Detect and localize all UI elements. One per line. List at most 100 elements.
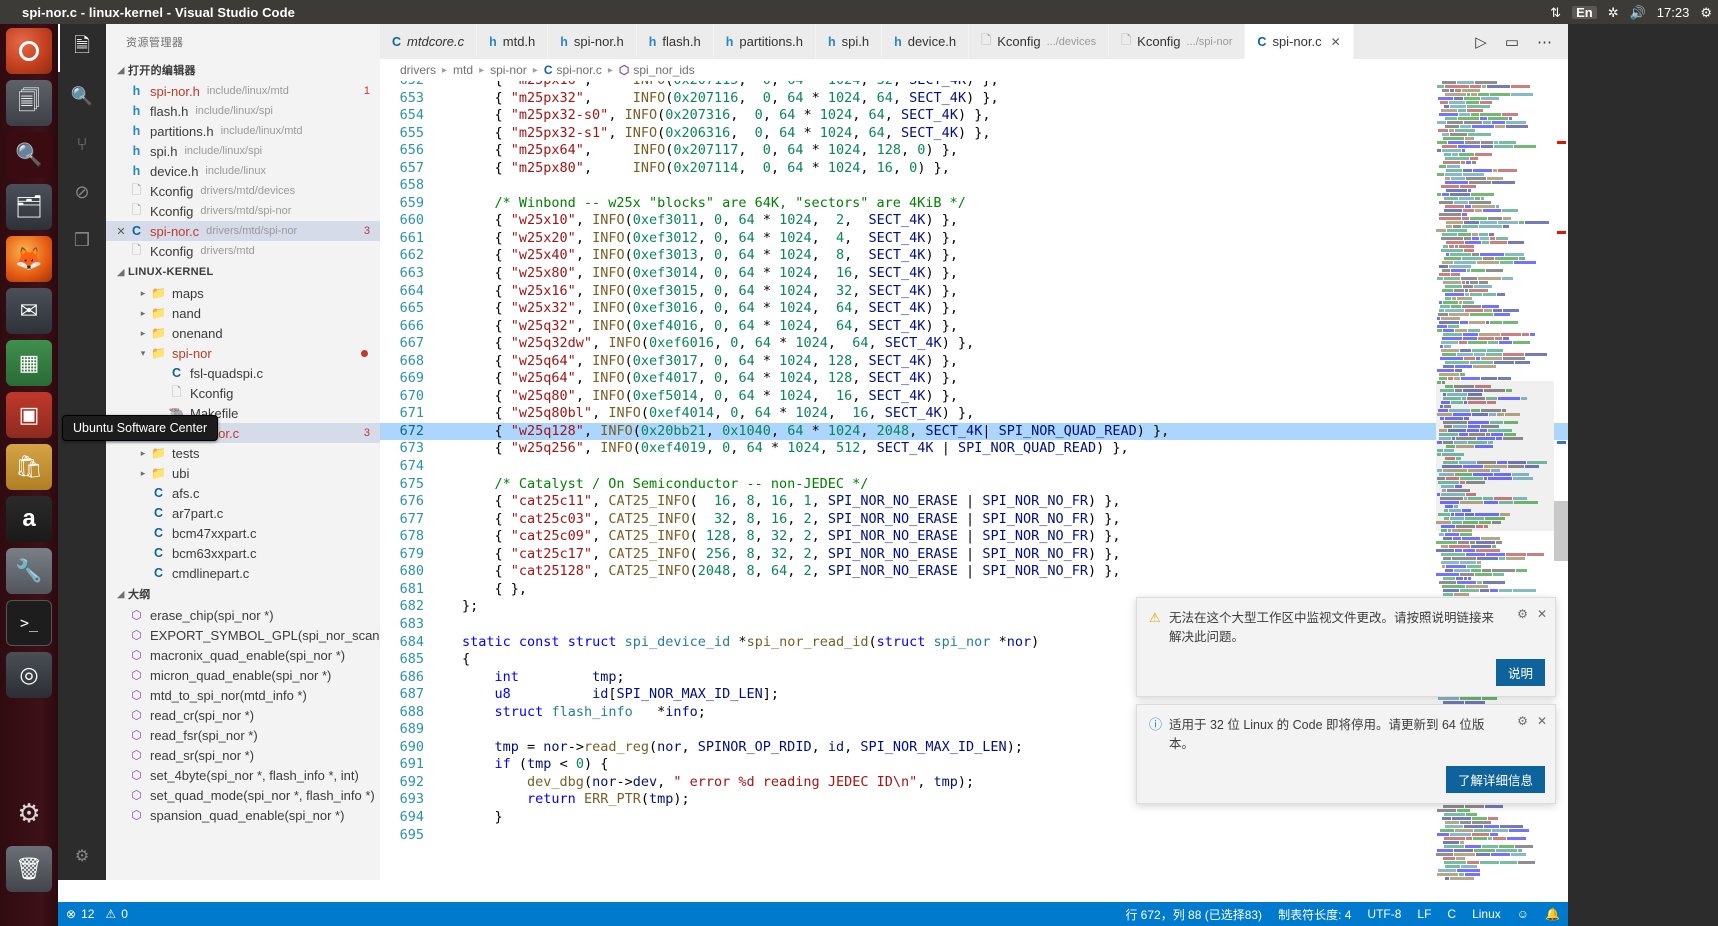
network-updown-icon[interactable]: ⇅ <box>1550 6 1561 19</box>
breadcrumb-item-spi_nor_ids[interactable]: ⬡ spi_nor_ids <box>619 63 695 77</box>
code-line-660[interactable]: 660 { "w25x10", INFO(0xef3011, 0, 64 * 1… <box>380 212 1568 230</box>
code-line-663[interactable]: 663 { "w25x80", INFO(0xef3014, 0, 64 * 1… <box>380 265 1568 283</box>
code-line-657[interactable]: 657 { "m25px80", INFO(0x207114, 0, 64 * … <box>380 160 1568 178</box>
status-encoding[interactable]: UTF-8 <box>1359 902 1409 926</box>
run-button[interactable]: ▷ <box>1475 33 1487 51</box>
breadcrumb-item-spi-nor[interactable]: spi-nor <box>490 63 527 77</box>
tab-Kconfig[interactable]: 🗋 Kconfig .../spi-nor <box>1109 24 1246 59</box>
code-line-694[interactable]: 694 } <box>380 809 1568 827</box>
tree-item-maps[interactable]: ▸ 📁 maps <box>106 283 380 303</box>
code-line-666[interactable]: 666 { "w25q32", INFO(0xef4016, 0, 64 * 1… <box>380 318 1568 336</box>
code-line-669[interactable]: 669 { "w25q64", INFO(0xef4017, 0, 64 * 1… <box>380 370 1568 388</box>
status-platform[interactable]: Linux <box>1464 902 1509 926</box>
tab-mtdcore-c[interactable]: Cmtdcore.c <box>380 24 478 59</box>
status-bell-icon[interactable]: 🔔 <box>1537 902 1568 926</box>
notification-gear-icon[interactable]: ⚙ <box>1517 607 1528 621</box>
more-actions-button[interactable]: ⋯ <box>1537 33 1552 51</box>
launcher-amazon[interactable]: a <box>6 496 52 542</box>
code-line-672[interactable]: 672 { "w25q128", INFO(0x20bb21, 0x1040, … <box>380 422 1568 441</box>
code-line-653[interactable]: 653 { "m25px32", INFO(0x207116, 0, 64 * … <box>380 90 1568 108</box>
chevron-right-icon[interactable]: ▸ <box>136 308 150 319</box>
launcher-files[interactable]: 🗐 <box>6 80 52 126</box>
outline-item[interactable]: ⬡ mtd_to_spi_nor(mtd_info *) <box>106 685 380 705</box>
tree-item-bcm63xxpart-c[interactable]: Cbcm63xxpart.c <box>106 543 380 563</box>
breadcrumb-item-mtd[interactable]: mtd <box>453 63 473 77</box>
tab-Kconfig[interactable]: 🗋 Kconfig .../devices <box>969 24 1110 59</box>
volume-icon[interactable]: 🔊 <box>1630 6 1646 19</box>
power-gear-icon[interactable]: ⚙ <box>1700 6 1712 19</box>
code-line-665[interactable]: 665 { "w25x32", INFO(0xef3016, 0, 64 * 1… <box>380 300 1568 318</box>
activitybar-source-control[interactable]: ⑂ <box>58 120 106 168</box>
status-indentation[interactable]: 制表符长度: 4 <box>1270 902 1359 926</box>
chevron-right-icon[interactable]: ▸ <box>136 468 150 479</box>
tree-item-ar7part-c[interactable]: Car7part.c <box>106 503 380 523</box>
launcher-firefox[interactable]: 🦊 <box>6 236 52 282</box>
code-line-675[interactable]: 675 /* Catalyst / On Semiconductor -- no… <box>380 476 1568 494</box>
chevron-right-icon[interactable]: ▸ <box>136 288 150 299</box>
outline-item[interactable]: ⬡ read_cr(spi_nor *) <box>106 705 380 725</box>
open-editor-item-Kconfig[interactable]: 🗋 Kconfig drivers/mtd <box>106 241 380 261</box>
clock[interactable]: 17:23 <box>1657 6 1690 19</box>
code-line-664[interactable]: 664 { "w25x16", INFO(0xef3015, 0, 64 * 1… <box>380 283 1568 301</box>
outline-item[interactable]: ⬡ micron_quad_enable(spi_nor *) <box>106 665 380 685</box>
activitybar-manage-gear-icon[interactable]: ⚙ <box>58 832 106 880</box>
code-line-670[interactable]: 670 { "w25q80", INFO(0xef5014, 0, 64 * 1… <box>380 388 1568 406</box>
tree-item-ubi[interactable]: ▸ 📁 ubi <box>106 463 380 483</box>
tree-item-bcm47xxpart-c[interactable]: Cbcm47xxpart.c <box>106 523 380 543</box>
close-editor-icon[interactable]: ✕ <box>114 225 128 238</box>
tab-device-h[interactable]: h device.h <box>882 24 970 59</box>
launcher-ubuntu-software-center[interactable]: 🛍 <box>6 444 52 490</box>
launcher-dvd-writer[interactable]: ◎ <box>6 652 52 698</box>
scrollbar-thumb[interactable] <box>1554 501 1568 561</box>
launcher-system-settings[interactable]: 🔧 <box>6 548 52 594</box>
activitybar-extensions[interactable]: ❒ <box>58 216 106 264</box>
status-problems[interactable]: ⊗ 12 ⚠ 0 <box>58 902 136 926</box>
code-line-658[interactable]: 658 <box>380 177 1568 195</box>
activitybar-explorer[interactable]: 🗎 <box>58 24 106 72</box>
status-feedback-smiley-icon[interactable]: ☺ <box>1509 902 1537 926</box>
notification-close-icon[interactable]: ✕ <box>1537 714 1547 728</box>
launcher-search-icon[interactable]: 🔍 <box>6 132 52 178</box>
notification-primary-button[interactable]: 说明 <box>1495 659 1545 686</box>
tab-spi-nor-c[interactable]: Cspi-nor.c ✕ <box>1245 24 1354 59</box>
launcher-ubuntu-dash[interactable] <box>6 28 52 74</box>
open-editor-item-spi-h[interactable]: h spi.h include/linux/spi <box>106 141 380 161</box>
tree-item-tests[interactable]: ▸ 📁 tests <box>106 443 380 463</box>
code-line-673[interactable]: 673 { "w25q256", INFO(0xef4019, 0, 64 * … <box>380 440 1568 458</box>
open-editor-item-flash-h[interactable]: h flash.h include/linux/spi <box>106 101 380 121</box>
outline-item[interactable]: ⬡ macronix_quad_enable(spi_nor *) <box>106 645 380 665</box>
split-editor-button[interactable]: ▭ <box>1505 33 1519 51</box>
code-line-655[interactable]: 655 { "m25px32-s1", INFO(0x206316, 0, 64… <box>380 125 1568 143</box>
chevron-right-icon[interactable]: ▸ <box>136 448 150 459</box>
tab-partitions-h[interactable]: h partitions.h <box>713 24 816 59</box>
launcher-thunderbird[interactable]: ✉ <box>6 288 52 334</box>
activitybar-search[interactable]: 🔍 <box>58 72 106 120</box>
status-cursor-position[interactable]: 行 672，列 88 (已选择83) <box>1117 902 1270 926</box>
outline-item[interactable]: ⬡ erase_chip(spi_nor *) <box>106 605 380 625</box>
chevron-right-icon[interactable]: ▸ <box>136 328 150 339</box>
outline-item[interactable]: ⬡ spansion_quad_enable(spi_nor *) <box>106 805 380 825</box>
outline-item[interactable]: ⬡ set_quad_mode(spi_nor *, flash_info *) <box>106 785 380 805</box>
breadcrumb-item-spi-nor-c[interactable]: Cspi-nor.c <box>544 63 602 77</box>
code-line-677[interactable]: 677 { "cat25c03", CAT25_INFO( 32, 8, 16,… <box>380 511 1568 529</box>
code-line-656[interactable]: 656 { "m25px64", INFO(0x207117, 0, 64 * … <box>380 142 1568 160</box>
code-line-681[interactable]: 681 { }, <box>380 581 1568 599</box>
open-editor-item-spi-nor-h[interactable]: h spi-nor.h include/linux/mtd 1 <box>106 81 380 101</box>
launcher-libreoffice-impress[interactable]: ▣ <box>6 392 52 438</box>
tree-item-afs-c[interactable]: Cafs.c <box>106 483 380 503</box>
launcher-settings-gear[interactable]: ⚙ <box>6 790 52 836</box>
code-line-667[interactable]: 667 { "w25q32dw", INFO(0xef6016, 0, 64 *… <box>380 335 1568 353</box>
tree-item-cmdlinepart-c[interactable]: Ccmdlinepart.c <box>106 563 380 583</box>
outline-item[interactable]: ⬡ read_sr(spi_nor *) <box>106 745 380 765</box>
tab-mtd-h[interactable]: h mtd.h <box>477 24 549 59</box>
tab-spi-h[interactable]: h spi.h <box>815 24 883 59</box>
outline-item[interactable]: ⬡ EXPORT_SYMBOL_GPL(spi_nor_scan) <box>106 625 384 645</box>
launcher-trash[interactable]: 🗑 <box>6 846 52 892</box>
code-line-659[interactable]: 659 /* Winbond -- w25x "blocks" are 64K,… <box>380 195 1568 213</box>
notification-close-icon[interactable]: ✕ <box>1537 607 1547 621</box>
tab-close-icon[interactable]: ✕ <box>1331 35 1341 49</box>
tree-item-onenand[interactable]: ▸ 📁 onenand <box>106 323 380 343</box>
code-line-676[interactable]: 676 { "cat25c11", CAT25_INFO( 16, 8, 16,… <box>380 493 1568 511</box>
chevron-down-icon[interactable]: ▾ <box>136 348 150 359</box>
code-line-678[interactable]: 678 { "cat25c09", CAT25_INFO( 128, 8, 32… <box>380 528 1568 546</box>
